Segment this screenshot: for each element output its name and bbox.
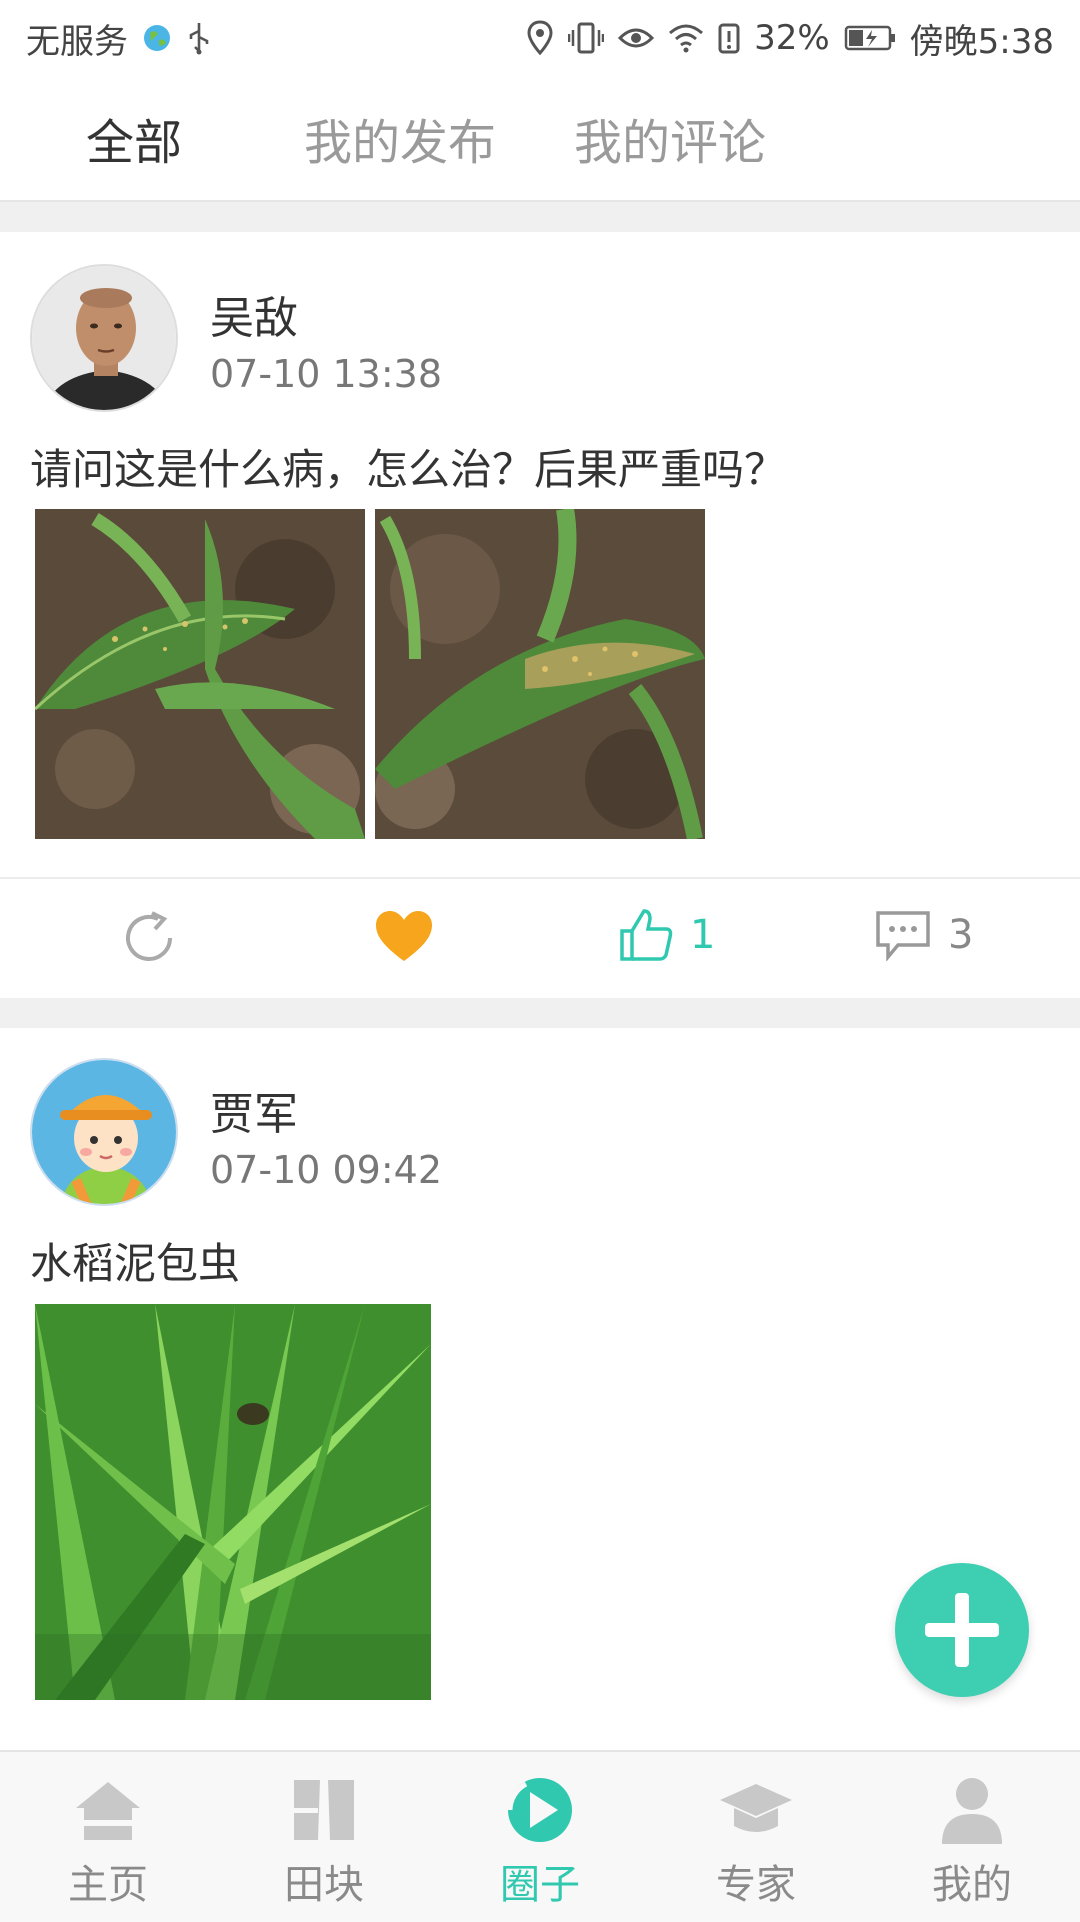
location-icon <box>527 20 553 56</box>
globe-icon <box>144 25 170 51</box>
field-icon <box>294 1780 354 1840</box>
nav-label: 圈子 <box>500 1862 580 1908</box>
avatar[interactable] <box>30 264 178 412</box>
avatar[interactable] <box>30 1058 178 1206</box>
circle-icon <box>507 1778 572 1842</box>
nav-label: 田块 <box>284 1862 364 1908</box>
nav-label: 主页 <box>68 1862 148 1908</box>
share-icon <box>126 911 172 961</box>
divider <box>0 202 1080 232</box>
carrier-text: 无服务 <box>26 21 128 62</box>
post-text: 水稻泥包虫 <box>30 1239 241 1288</box>
home-icon <box>76 1782 140 1840</box>
nav-profile[interactable]: 我的 <box>864 1752 1080 1922</box>
expert-icon <box>720 1784 792 1832</box>
share-button[interactable] <box>120 909 178 967</box>
nav-expert[interactable]: 专家 <box>648 1752 864 1922</box>
heart-icon <box>376 911 432 961</box>
battery-icon <box>844 25 895 51</box>
nav-field[interactable]: 田块 <box>216 1752 432 1922</box>
vibrate-icon <box>568 22 605 54</box>
tab-all[interactable]: 全部 <box>86 103 182 173</box>
like-button[interactable]: 1 <box>618 907 715 963</box>
battery-percent: 32% <box>754 18 830 58</box>
divider <box>0 998 1080 1028</box>
comment-button[interactable]: 3 <box>874 909 973 961</box>
tab-bar: 全部 我的发布 我的评论 <box>0 76 1080 202</box>
battery-alert-icon <box>718 23 740 54</box>
comment-count: 3 <box>948 912 974 958</box>
nav-circle[interactable]: 圈子 <box>432 1752 648 1922</box>
user-name[interactable]: 贾军 <box>210 1078 298 1142</box>
add-post-button[interactable] <box>895 1563 1029 1697</box>
bottom-nav: 主页 田块 圈子 专家 我的 <box>0 1750 1080 1922</box>
wifi-icon <box>669 24 704 53</box>
status-bar: 无服务 32% 傍晚5:38 <box>0 0 1080 76</box>
post-time: 07-10 13:38 <box>210 352 443 396</box>
favorite-button[interactable] <box>374 909 434 965</box>
user-name[interactable]: 吴敌 <box>210 282 298 346</box>
nav-label: 专家 <box>716 1862 796 1908</box>
post-time: 07-10 09:42 <box>210 1148 443 1192</box>
thumbs-up-icon <box>620 909 673 961</box>
post-image[interactable] <box>35 1304 431 1700</box>
post-image[interactable] <box>375 509 705 839</box>
post-text: 请问这是什么病，怎么治？后果严重吗？ <box>30 445 787 494</box>
post-actions: 1 3 <box>0 877 1080 999</box>
comment-icon <box>876 911 930 961</box>
post-card[interactable]: 吴敌 07-10 13:38 请问这是什么病，怎么治？后果严重吗？ 1 3 <box>0 232 1080 998</box>
nav-label: 我的 <box>932 1862 1012 1908</box>
usb-icon <box>189 23 209 55</box>
tab-my-posts[interactable]: 我的发布 <box>304 103 496 173</box>
eye-icon <box>618 28 655 48</box>
nav-home[interactable]: 主页 <box>0 1752 216 1922</box>
profile-icon <box>942 1778 1002 1844</box>
post-image[interactable] <box>35 509 365 839</box>
clock-text: 傍晚5:38 <box>909 21 1054 62</box>
like-count: 1 <box>690 912 716 958</box>
tab-my-comments[interactable]: 我的评论 <box>574 103 766 173</box>
